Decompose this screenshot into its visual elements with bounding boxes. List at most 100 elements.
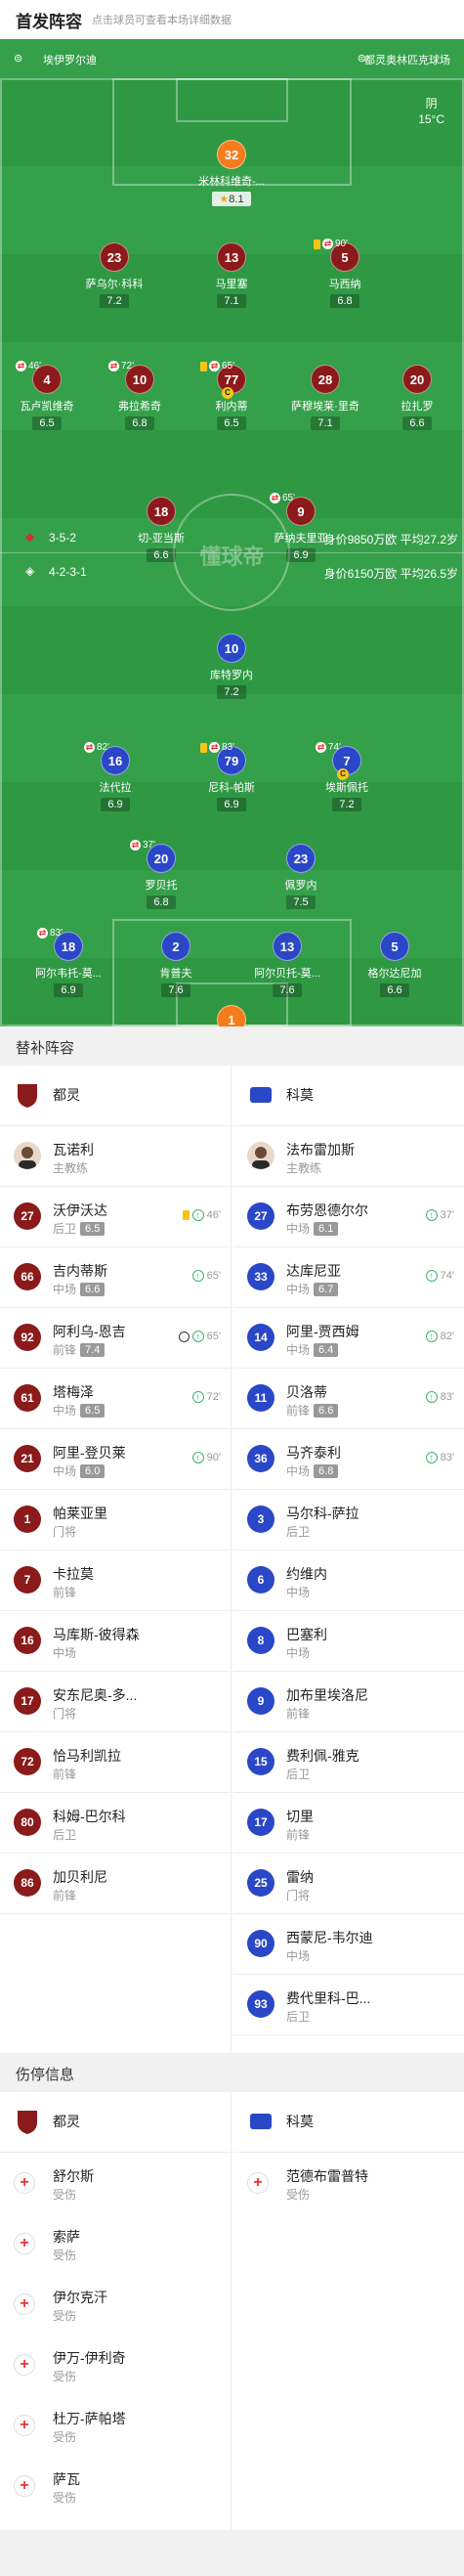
player-rating: ★8.1: [212, 192, 251, 206]
position-text: 后卫: [286, 1768, 311, 1781]
sub-player-row[interactable]: 27 布劳恩德尔尔 中场 6.1 ↑ 37': [233, 1187, 464, 1247]
player-position: 中场: [286, 1947, 310, 1964]
player-position: 前锋 6.6: [286, 1402, 339, 1419]
player-number: 3: [247, 1506, 274, 1533]
player-position: 前锋: [286, 1705, 310, 1722]
sub-player-row[interactable]: 8 巴塞利 中场: [233, 1611, 464, 1672]
position-text: 中场: [53, 1283, 77, 1296]
player-position: 前锋: [53, 1584, 76, 1600]
sub-player-row[interactable]: 66 吉内蒂斯 中场 6.6 ↑ 65': [0, 1247, 231, 1308]
injury-row[interactable]: + 伊尔克汗 受伤: [0, 2274, 231, 2335]
player-name: 加布里埃洛尼: [286, 1687, 368, 1703]
event-minute: 37': [440, 1209, 454, 1221]
player-position: 中场 6.4: [286, 1341, 339, 1358]
player-rating: 6.5: [80, 1403, 105, 1418]
player-name: 达库尼亚: [286, 1263, 341, 1279]
player-card[interactable]: 7 C ⇄ 74' 埃斯佩托 7.2: [292, 742, 401, 824]
rating-value: 6.5: [224, 417, 239, 429]
injury-row[interactable]: + 萨瓦 受伤: [0, 2456, 231, 2516]
player-number: 36: [247, 1445, 274, 1472]
player-card[interactable]: 18 ⇄ 83' 阿尔韦托-莫... 6.9: [14, 928, 123, 1010]
right-coach[interactable]: 法布雷加斯 主教练: [233, 1126, 464, 1187]
player-card[interactable]: 20 ⇄ 37' 罗贝托 6.8: [106, 840, 216, 922]
sub-player-row[interactable]: 1 帕莱亚里 门将: [0, 1490, 231, 1550]
player-card[interactable]: 18 切-亚当斯 6.6: [106, 497, 216, 575]
player-card[interactable]: 9 ⇄ 65' 萨纳夫里亚 6.9: [246, 493, 356, 575]
sub-player-row[interactable]: 17 切里 前锋: [233, 1793, 464, 1854]
sub-player-row[interactable]: 16 马库斯-彼得森 中场: [0, 1611, 231, 1672]
player-rating: 7.2: [332, 798, 361, 811]
sub-player-row[interactable]: 17 安东尼奥-多... 门将: [0, 1672, 231, 1732]
player-position: 中场: [53, 1644, 76, 1661]
injury-row[interactable]: + 伊万-伊利奇 受伤: [0, 2335, 231, 2395]
como-formation: 4-2-3-1: [49, 565, 87, 579]
rating-value: 6.8: [337, 295, 353, 307]
sub-player-row[interactable]: 3 马尔科-萨拉 后卫: [233, 1490, 464, 1550]
sub-player-row[interactable]: 27 沃伊沃达 后卫 6.5 ↑ 46': [0, 1187, 231, 1247]
position-text: 后卫: [53, 1828, 77, 1842]
sub-player-row[interactable]: 72 恰马利凯拉 前锋: [0, 1732, 231, 1793]
sub-player-row[interactable]: 25 雷纳 门将: [233, 1854, 464, 1914]
player-card[interactable]: 16 ⇄ 82' 法代拉 6.9: [61, 742, 170, 824]
player-name: 阿里-贾西姆: [286, 1324, 359, 1339]
sub-player-row[interactable]: 80 科姆-巴尔科 后卫: [0, 1793, 231, 1854]
player-number: 15: [247, 1748, 274, 1775]
injury-section-title: 伤停信息: [0, 2053, 464, 2092]
player-card[interactable]: 5 ⇄ 90' 马西纳 6.8: [290, 239, 400, 321]
team-name: 都灵: [53, 1087, 80, 1103]
player-name: 法代拉: [99, 782, 132, 794]
sub-player-row[interactable]: 92 阿利乌-恩吉 前锋 7.4 ↑ 65': [0, 1308, 231, 1369]
player-number: 17: [14, 1687, 41, 1715]
sub-player-row[interactable]: 93 费代里科-巴... 后卫: [233, 1975, 464, 2035]
player-card[interactable]: 5 格尔达尼加 6.6: [340, 932, 449, 1010]
player-number: 21: [14, 1445, 41, 1472]
subs-card: 都灵 科莫 瓦诺利 主教练 27 沃伊沃达 后卫 6.5 ↑ 46' 66 吉内蒂斯 中场 6.6 ↑ 65'…: [0, 1066, 464, 2053]
coach-name: 瓦诺利: [53, 1142, 94, 1157]
sub-player-row[interactable]: 86 加贝利尼 前锋: [0, 1854, 231, 1914]
sub-player-row[interactable]: 90 西蒙尼-韦尔迪 中场: [233, 1914, 464, 1975]
player-position: 门将: [286, 1887, 310, 1903]
player-name: 塔梅泽: [53, 1384, 94, 1400]
position-text: 门将: [53, 1525, 77, 1539]
sub-player-row[interactable]: 6 约维内 中场: [233, 1550, 464, 1611]
player-card[interactable]: 13 阿尔贝托-莫... 7.6: [232, 932, 342, 1010]
player-name: 切-亚当斯: [138, 533, 185, 545]
player-rating: 6.6: [402, 416, 432, 430]
injury-row[interactable]: + 舒尔斯 受伤: [0, 2153, 231, 2213]
injury-cross-icon: +: [14, 2475, 35, 2497]
player-card[interactable]: 32 米林科维奇-... ★8.1: [177, 140, 286, 218]
como-logo-icon: [247, 2108, 274, 2135]
injury-row[interactable]: + 索萨 受伤: [0, 2213, 231, 2274]
rating-value: 7.1: [317, 417, 333, 429]
rating-value: 6.6: [409, 417, 425, 429]
player-card[interactable]: 1奥代罗6.7: [177, 1005, 286, 1026]
player-number: 32: [217, 140, 246, 169]
player-rating: 7.1: [311, 416, 340, 430]
sub-player-row[interactable]: 61 塔梅泽 中场 6.5 ↑ 72': [0, 1369, 231, 1429]
position-text: 中场: [286, 1222, 311, 1236]
sub-player-row[interactable]: 15 费利佩-雅克 后卫: [233, 1732, 464, 1793]
sub-player-row[interactable]: 14 阿里-贾西姆 中场 6.4 ↑ 82': [233, 1308, 464, 1369]
player-card[interactable]: 23 萨乌尔·科科 7.2: [60, 242, 169, 321]
player-card[interactable]: 20 拉扎罗 6.6: [362, 365, 464, 443]
sub-player-row[interactable]: 9 加布里埃洛尼 前锋: [233, 1672, 464, 1732]
sub-player-row[interactable]: 11 贝洛蒂 前锋 6.6 ↑ 83': [233, 1369, 464, 1429]
player-number: 9: [247, 1687, 274, 1715]
sub-player-row[interactable]: 21 阿里-登贝莱 中场 6.0 ↑ 90': [0, 1429, 231, 1490]
player-card[interactable]: 13 马里塞 7.1: [177, 242, 286, 321]
sub-player-row[interactable]: 7 卡拉莫 前锋: [0, 1550, 231, 1611]
player-position: 中场: [286, 1644, 310, 1661]
sub-player-row[interactable]: 33 达库尼亚 中场 6.7 ↑ 74': [233, 1247, 464, 1308]
left-coach[interactable]: 瓦诺利 主教练: [0, 1126, 231, 1187]
sub-player-row[interactable]: 36 马齐泰利 中场 6.8 ↑ 83': [233, 1429, 464, 1490]
injury-row[interactable]: + 杜万-萨帕塔 受伤: [0, 2395, 231, 2456]
injury-row[interactable]: + 范德布雷普特 受伤: [233, 2153, 464, 2213]
player-card[interactable]: 2 肯普夫 7.6: [121, 932, 231, 1010]
rating-value: 7.2: [224, 686, 239, 698]
position-text: 中场: [53, 1464, 77, 1478]
player-card[interactable]: 23 佩罗内 7.5: [246, 844, 356, 922]
player-card[interactable]: 10 库特罗内 7.2: [177, 633, 286, 712]
player-name: 马里塞: [215, 279, 248, 290]
sub-in-icon: ↑: [191, 1391, 204, 1403]
player-card[interactable]: 79 ⇄ 83' 尼科-帕斯 6.9: [177, 742, 286, 824]
